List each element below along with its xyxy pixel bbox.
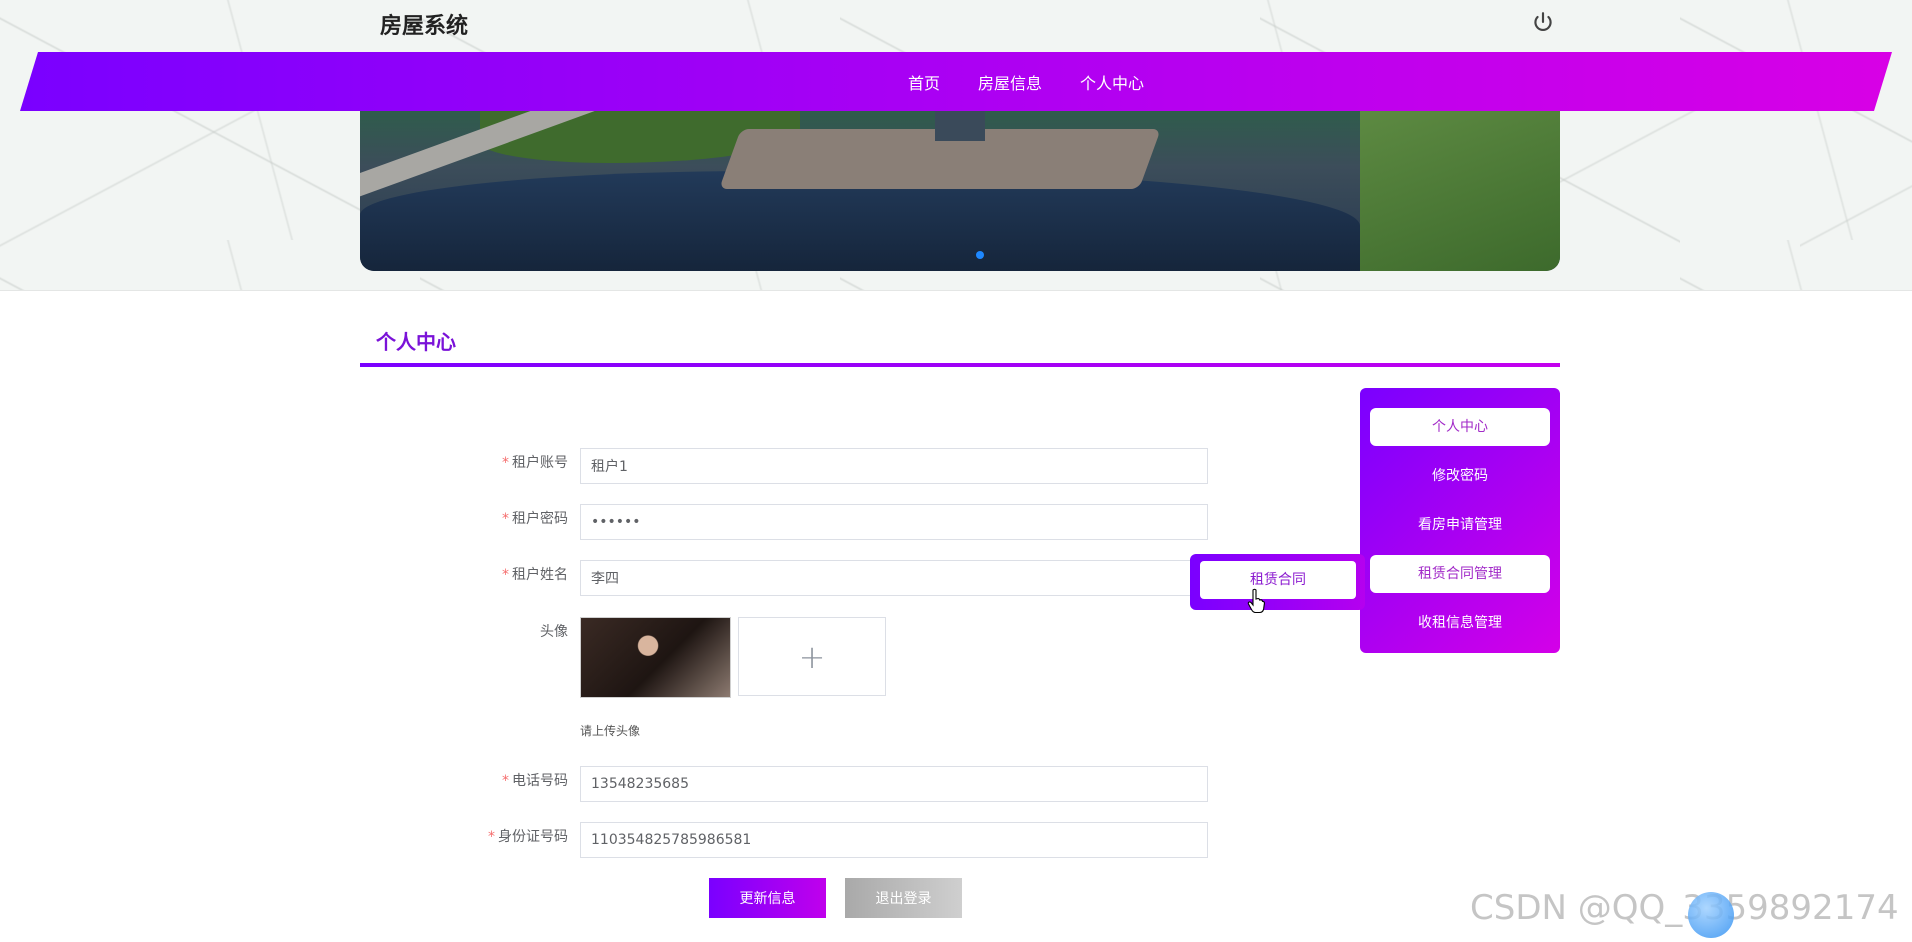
- banner-image-riverbank: [1360, 111, 1560, 271]
- phone-label: * 电话号码: [502, 773, 568, 789]
- side-item-rent-collection[interactable]: 收租信息管理: [1370, 604, 1550, 642]
- form-row-phone: * 电话号码: [360, 766, 1210, 804]
- side-item-viewing-requests[interactable]: 看房申请管理: [1370, 506, 1550, 544]
- form-row-password: * 租户密码: [360, 504, 1210, 542]
- page-title: 个人中心: [376, 330, 456, 354]
- nav-item-house-info[interactable]: 房屋信息: [978, 70, 1042, 94]
- avatar-label: 头像: [540, 624, 568, 640]
- name-input[interactable]: [580, 560, 1208, 596]
- app-brand: 房屋系统: [380, 14, 469, 39]
- plus-icon: +: [798, 637, 826, 676]
- watermark-text: CSDN @QQ_3359892174: [1470, 888, 1899, 928]
- banner-image-building: [935, 111, 985, 141]
- form-row-account: * 租户账号: [360, 448, 1210, 486]
- banner-carousel: [360, 111, 1560, 271]
- floating-assistant-button[interactable]: [1688, 892, 1734, 938]
- required-mark: *: [502, 773, 509, 789]
- phone-input[interactable]: [580, 766, 1208, 802]
- update-info-button[interactable]: 更新信息: [709, 878, 826, 918]
- submenu-popup: 租赁合同: [1190, 554, 1365, 610]
- side-item-profile[interactable]: 个人中心: [1370, 408, 1550, 446]
- carousel-indicator[interactable]: [976, 251, 984, 259]
- side-item-lease-contracts[interactable]: 租赁合同管理: [1370, 555, 1550, 593]
- required-mark: *: [502, 455, 509, 471]
- avatar-upload-tip: 请上传头像: [580, 724, 641, 738]
- main-nav: 首页 房屋信息 个人中心: [20, 52, 1892, 111]
- form-row-name: * 租户姓名: [360, 560, 1210, 598]
- password-input[interactable]: [580, 504, 1208, 540]
- idcard-label: * 身份证号码: [488, 829, 568, 845]
- side-menu: 个人中心 修改密码 看房申请管理 租赁合同管理 收租信息管理: [1360, 388, 1560, 653]
- account-label: * 租户账号: [502, 455, 568, 471]
- hand-cursor-icon: [1247, 588, 1265, 614]
- password-label: * 租户密码: [502, 511, 568, 527]
- required-mark: *: [502, 511, 509, 527]
- title-underline: [360, 363, 1560, 367]
- name-label: * 租户姓名: [502, 567, 568, 583]
- side-item-change-password[interactable]: 修改密码: [1370, 457, 1550, 495]
- nav-item-home[interactable]: 首页: [908, 70, 940, 94]
- account-input[interactable]: [580, 448, 1208, 484]
- avatar-image: [580, 617, 731, 698]
- nav-item-profile[interactable]: 个人中心: [1080, 70, 1144, 94]
- idcard-input[interactable]: [580, 822, 1208, 858]
- logout-button[interactable]: 退出登录: [845, 878, 962, 918]
- power-icon[interactable]: [1530, 10, 1556, 36]
- required-mark: *: [502, 567, 509, 583]
- avatar-upload-button[interactable]: +: [738, 617, 886, 696]
- submenu-item-lease-contract[interactable]: 租赁合同: [1200, 561, 1356, 599]
- form-row-idcard: * 身份证号码: [360, 822, 1210, 860]
- required-mark: *: [488, 829, 495, 845]
